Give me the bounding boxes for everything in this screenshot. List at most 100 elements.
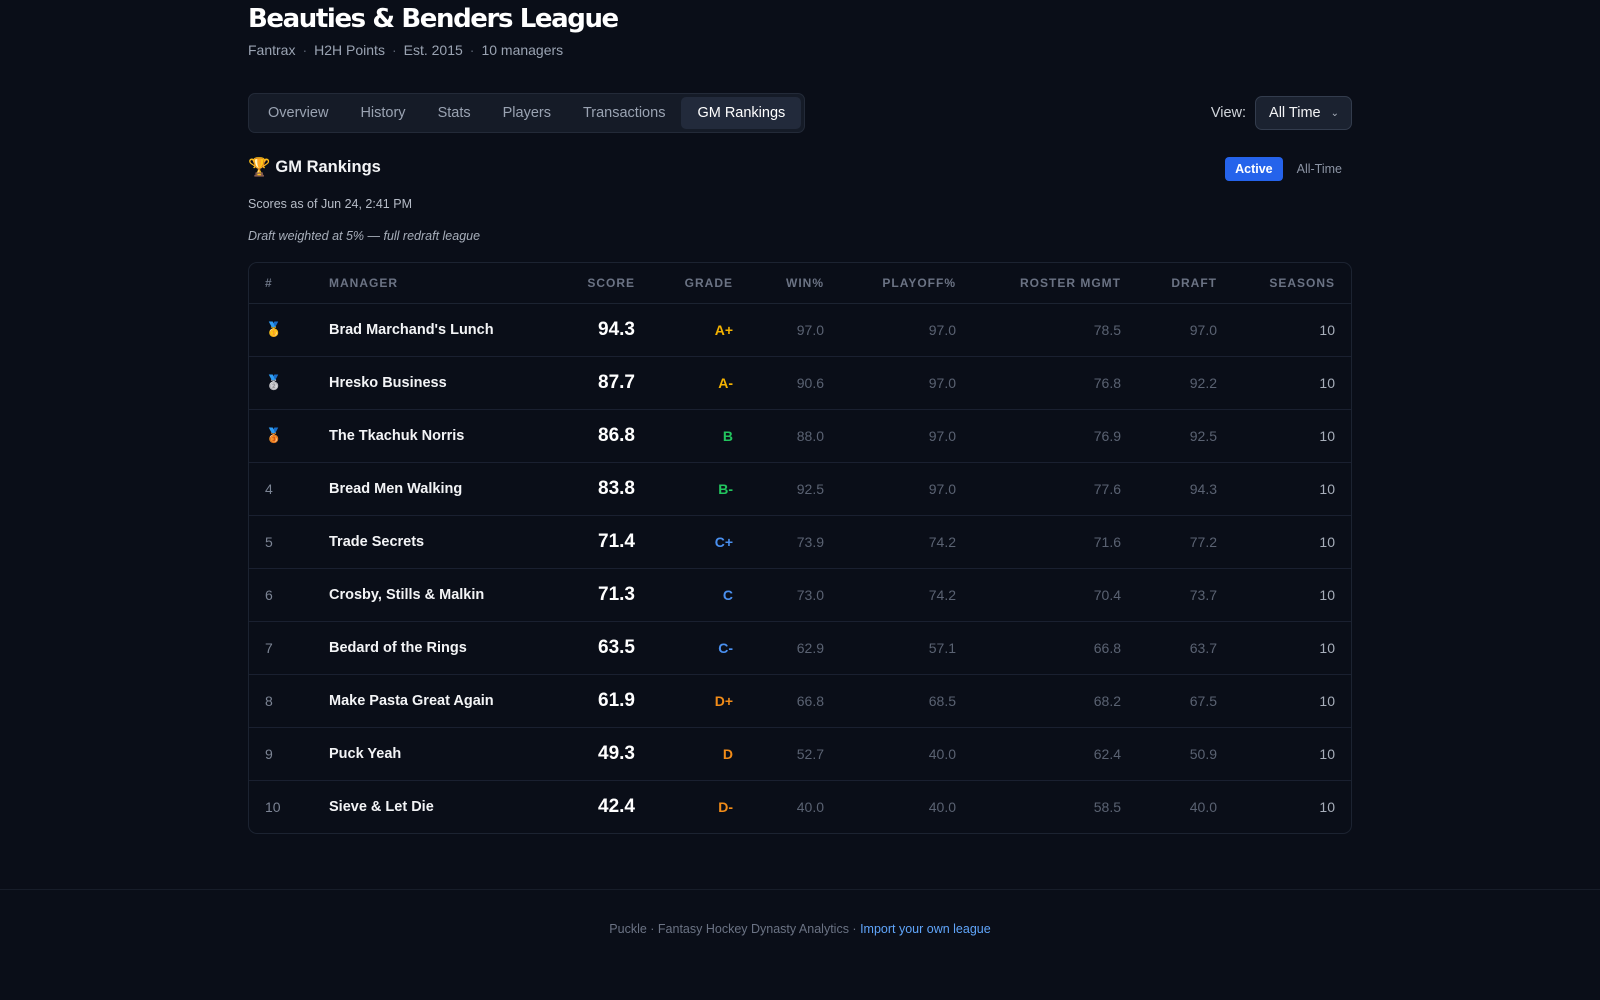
draft-value: 94.3 — [1121, 462, 1217, 516]
draft-value: 73.7 — [1121, 568, 1217, 622]
manager-name[interactable]: Bedard of the Rings — [313, 621, 553, 675]
seasons-value: 10 — [1319, 798, 1335, 815]
manager-name[interactable]: Puck Yeah — [313, 727, 553, 781]
grade-value: A+ — [635, 303, 733, 357]
tab-transactions[interactable]: Transactions — [567, 97, 681, 129]
chevron-down-icon: ⌄ — [1330, 107, 1339, 119]
table-row[interactable]: 6 Crosby, Stills & Malkin 71.3 C 73.0 74.2 70.… — [249, 568, 1351, 622]
score-value: 71.4 — [553, 515, 635, 569]
playoff-pct-value: 97.0 — [824, 303, 956, 357]
tab-players[interactable]: Players — [487, 97, 567, 129]
seasons-value: 10 — [1217, 727, 1351, 781]
roster-mgmt-value: 70.4 — [956, 568, 1121, 622]
score-value: 63.5 — [553, 621, 635, 675]
playoff-pct-value: 74.2 — [824, 515, 956, 569]
score-value: 71.3 — [553, 568, 635, 622]
nav-tabs: Overview History Stats Players Transacti… — [248, 93, 806, 133]
import-league-link[interactable]: Import your own league — [860, 922, 991, 936]
rank-number: 6 — [249, 568, 313, 622]
roster-mgmt-value: 78.5 — [956, 303, 1121, 357]
seasons-value: 10 — [1217, 409, 1351, 463]
table-row[interactable]: 4 Bread Men Walking 83.8 B- 92.5 97.0 77.6 94.3… — [249, 462, 1351, 516]
playoff-pct-value: 40.0 — [824, 727, 956, 781]
seasons-value: 10 — [1217, 515, 1351, 569]
header-manager[interactable]: Manager — [313, 263, 553, 304]
manager-name[interactable]: Trade Secrets — [313, 515, 553, 569]
section-title: GM Rankings — [275, 158, 381, 176]
table-row[interactable]: 9 Puck Yeah 49.3 D 52.7 40.0 62.4 50.9 10 — [249, 727, 1351, 781]
seasons-value: 10 — [1217, 674, 1351, 728]
manager-name[interactable]: Sieve & Let Die — [313, 780, 553, 833]
table-row[interactable]: 🥉 The Tkachuk Norris 86.8 B 88.0 97.0 76.9 92.5… — [249, 409, 1351, 463]
header-playoff-pct[interactable]: Playoff% — [824, 263, 956, 304]
scores-timestamp: Scores as of Jun 24, 2:41 PM — [248, 197, 412, 211]
seasons-value: 10 — [1217, 568, 1351, 622]
header-seasons[interactable]: Seasons — [1217, 263, 1351, 304]
gold-medal-icon: 🥇 — [265, 321, 283, 337]
tab-history[interactable]: History — [344, 97, 421, 129]
table-row[interactable]: 🥇 Brad Marchand's Lunch 94.3 A+ 97.0 97.0 78.5… — [249, 303, 1351, 357]
playoff-pct-value: 97.0 — [824, 409, 956, 463]
manager-name[interactable]: The Tkachuk Norris — [313, 409, 553, 463]
view-select[interactable]: All Time ⌄ — [1255, 96, 1352, 130]
playoff-pct-value: 68.5 — [824, 674, 956, 728]
view-selected-value: All Time — [1269, 105, 1321, 121]
roster-mgmt-value: 77.6 — [956, 462, 1121, 516]
win-pct-value: 97.0 — [733, 303, 824, 357]
view-control: View: All Time ⌄ — [1211, 96, 1352, 130]
table-row[interactable]: 5 Trade Secrets 71.4 C+ 73.9 74.2 71.6 77.2 10 — [249, 515, 1351, 569]
win-pct-value: 92.5 — [733, 462, 824, 516]
grade-value: C — [635, 568, 733, 622]
roster-mgmt-value: 68.2 — [956, 674, 1121, 728]
win-pct-value: 66.8 — [733, 674, 824, 728]
header-draft[interactable]: Draft — [1121, 263, 1217, 304]
score-value: 83.8 — [553, 462, 635, 516]
table-row[interactable]: 10 Sieve & Let Die 42.4 D- 40.0 40.0 58.5 40.0 1… — [249, 780, 1351, 833]
header-grade[interactable]: Grade — [635, 263, 733, 304]
grade-value: C+ — [635, 515, 733, 569]
roster-mgmt-value: 76.8 — [956, 356, 1121, 410]
draft-value: 97.0 — [1121, 303, 1217, 357]
toggle-active-button[interactable]: Active — [1225, 157, 1283, 181]
draft-value: 92.2 — [1121, 356, 1217, 410]
league-title: Beauties & Benders League — [248, 4, 619, 34]
table-row[interactable]: 7 Bedard of the Rings 63.5 C- 62.9 57.1 66.8 63… — [249, 621, 1351, 675]
table-row[interactable]: 🥈 Hresko Business 87.7 A- 90.6 97.0 76.8 92.2 10 — [249, 356, 1351, 410]
grade-value: B — [635, 409, 733, 463]
win-pct-value: 88.0 — [733, 409, 824, 463]
table-row[interactable]: 8 Make Pasta Great Again 61.9 D+ 66.8 68.5 68.… — [249, 674, 1351, 728]
playoff-pct-value: 97.0 — [824, 462, 956, 516]
manager-name[interactable]: Hresko Business — [313, 356, 553, 410]
grade-value: C- — [635, 621, 733, 675]
score-value: 94.3 — [553, 303, 635, 357]
toggle-all-time-button[interactable]: All-Time — [1287, 157, 1352, 181]
win-pct-value: 90.6 — [733, 356, 824, 410]
league-manager-count: 10 managers — [481, 42, 564, 58]
grade-value: D — [635, 727, 733, 781]
playoff-pct-value: 57.1 — [824, 621, 956, 675]
win-pct-value: 62.9 — [733, 621, 824, 675]
score-value: 87.7 — [553, 356, 635, 410]
league-scoring: H2H Points — [314, 42, 385, 58]
roster-mgmt-value: 62.4 — [956, 727, 1121, 781]
tab-overview[interactable]: Overview — [252, 97, 344, 129]
rank-number: 8 — [249, 674, 313, 728]
manager-name[interactable]: Crosby, Stills & Malkin — [313, 568, 553, 622]
meta-separator: · — [302, 42, 308, 58]
manager-name[interactable]: Bread Men Walking — [313, 462, 553, 516]
tab-gm-rankings[interactable]: GM Rankings — [681, 97, 802, 129]
meta-separator: · — [391, 42, 397, 58]
view-label: View: — [1210, 105, 1247, 121]
footer-divider — [0, 889, 1600, 890]
manager-name[interactable]: Make Pasta Great Again — [313, 674, 553, 728]
header-score[interactable]: Score — [553, 263, 635, 304]
manager-name[interactable]: Brad Marchand's Lunch — [313, 303, 553, 357]
seasons-value: 10 — [1217, 462, 1351, 516]
tab-stats[interactable]: Stats — [422, 97, 487, 129]
roster-mgmt-value: 76.9 — [956, 409, 1121, 463]
grade-value: D- — [718, 798, 733, 815]
league-established: Est. 2015 — [403, 42, 463, 58]
header-win-pct[interactable]: Win% — [733, 263, 824, 304]
header-roster-mgmt[interactable]: Roster Mgmt — [956, 263, 1121, 304]
header-rank[interactable]: # — [249, 263, 313, 304]
